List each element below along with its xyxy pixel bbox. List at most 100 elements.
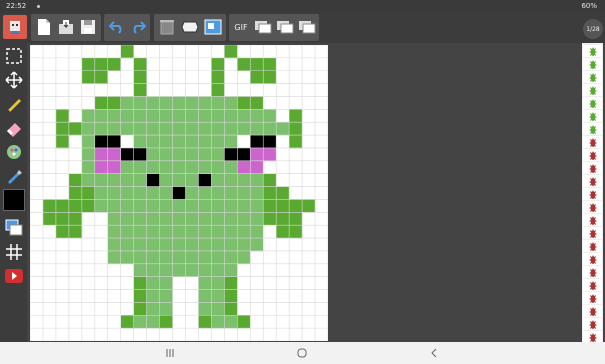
frame-preview-icon bbox=[588, 242, 597, 251]
frame-thumbnail[interactable] bbox=[583, 292, 602, 304]
pixel-light-green bbox=[224, 160, 238, 174]
pixel-light-green bbox=[237, 225, 251, 239]
pixel-dark-green bbox=[276, 225, 290, 239]
pixel-light-green bbox=[133, 199, 147, 213]
pixel-dark-green bbox=[289, 135, 303, 149]
app-logo-icon[interactable] bbox=[3, 15, 27, 39]
add-frame-icon[interactable] bbox=[253, 17, 273, 37]
pixel-light-green bbox=[237, 250, 251, 265]
recent-apps-icon[interactable] bbox=[163, 346, 177, 360]
select-tool-icon[interactable] bbox=[3, 45, 25, 67]
pixel-light-green bbox=[133, 96, 147, 110]
pixel-light-green bbox=[185, 147, 199, 162]
frame-thumbnail[interactable] bbox=[583, 58, 602, 70]
pixel-light-green bbox=[211, 276, 225, 290]
open-file-icon[interactable] bbox=[56, 17, 76, 37]
pixel-light-green bbox=[198, 122, 212, 136]
frame-preview-icon bbox=[588, 73, 597, 82]
frame-thumbnail[interactable] bbox=[583, 110, 602, 122]
pixel-light-green bbox=[224, 212, 238, 226]
new-file-icon[interactable] bbox=[34, 17, 54, 37]
video-tutorial-icon[interactable] bbox=[3, 265, 25, 287]
pixel-light-green bbox=[159, 186, 173, 200]
pixel-art-svg bbox=[30, 45, 328, 341]
pixel-light-green bbox=[107, 173, 121, 187]
pixel-black bbox=[172, 186, 186, 200]
undo-icon[interactable] bbox=[107, 17, 127, 37]
pixel-dark-green bbox=[224, 302, 238, 316]
pixel-dark-green bbox=[68, 212, 83, 226]
pixel-dark-green bbox=[250, 70, 264, 84]
home-icon[interactable] bbox=[295, 346, 309, 360]
pixel-light-green bbox=[159, 109, 173, 123]
pixel-black bbox=[120, 147, 134, 162]
pixel-light-green bbox=[133, 238, 147, 252]
drawing-canvas[interactable] bbox=[30, 45, 328, 341]
pixel-black bbox=[133, 147, 147, 162]
pixel-light-green bbox=[172, 122, 186, 136]
frame-thumbnail[interactable] bbox=[583, 97, 602, 109]
redo-icon[interactable] bbox=[128, 17, 148, 37]
frame-thumbnail[interactable] bbox=[583, 279, 602, 291]
frame-thumbnail[interactable] bbox=[583, 84, 602, 96]
clear-canvas-icon[interactable] bbox=[157, 17, 177, 37]
pixel-dark-green bbox=[133, 70, 147, 84]
history-group bbox=[104, 14, 150, 41]
pixel-light-green bbox=[133, 160, 147, 174]
pixel-black bbox=[146, 173, 160, 187]
status-time: 22:52 bbox=[6, 2, 27, 10]
grid-toggle-icon[interactable] bbox=[3, 241, 25, 263]
back-icon[interactable] bbox=[427, 346, 441, 360]
pixel-dark-green bbox=[81, 199, 96, 213]
eyedropper-tool-icon[interactable] bbox=[3, 165, 25, 187]
frame-thumbnail[interactable] bbox=[583, 123, 602, 135]
frame-thumbnail[interactable] bbox=[583, 188, 602, 200]
eraser-tool-icon[interactable] bbox=[3, 117, 25, 139]
layers-tool-icon[interactable] bbox=[3, 217, 25, 239]
pixel-light-green bbox=[224, 199, 238, 213]
pixel-dark-green bbox=[107, 57, 121, 72]
frame-thumbnail[interactable] bbox=[583, 175, 602, 187]
delete-frame-icon[interactable] bbox=[297, 17, 317, 37]
pencil-tool-icon[interactable] bbox=[3, 93, 25, 115]
pixel-dark-green bbox=[94, 70, 109, 84]
current-color-swatch[interactable] bbox=[3, 189, 25, 211]
pixel-light-green bbox=[120, 122, 134, 136]
frame-thumbnail[interactable] bbox=[583, 136, 602, 148]
frame-counter[interactable]: 1/28 bbox=[583, 19, 603, 39]
pixel-dark-green bbox=[133, 57, 147, 72]
pixel-dark-green bbox=[42, 212, 57, 226]
pixel-dark-green bbox=[94, 96, 109, 110]
frame-thumbnail[interactable] bbox=[583, 305, 602, 317]
save-image-icon[interactable] bbox=[203, 17, 223, 37]
pixel-dark-green bbox=[120, 315, 134, 329]
frame-thumbnail[interactable] bbox=[583, 227, 602, 239]
save-file-icon[interactable] bbox=[78, 17, 98, 37]
pixel-light-green bbox=[159, 122, 173, 136]
frame-preview-icon bbox=[588, 151, 597, 160]
pixel-light-green bbox=[159, 250, 173, 265]
pixel-light-green bbox=[81, 109, 96, 123]
pixel-light-green bbox=[107, 212, 121, 226]
frame-thumbnail[interactable] bbox=[583, 266, 602, 278]
frame-thumbnail[interactable] bbox=[583, 253, 602, 265]
color-picker-tool-icon[interactable] bbox=[3, 141, 25, 163]
frame-thumbnail[interactable] bbox=[583, 45, 602, 57]
move-tool-icon[interactable] bbox=[3, 69, 25, 91]
pixel-dark-green bbox=[302, 199, 316, 213]
frame-thumbnail[interactable] bbox=[583, 149, 602, 161]
fill-shape-icon[interactable] bbox=[180, 17, 200, 37]
frame-thumbnail[interactable] bbox=[583, 214, 602, 226]
frame-thumbnail[interactable] bbox=[583, 162, 602, 174]
duplicate-frame-icon[interactable] bbox=[275, 17, 295, 37]
pixel-light-green bbox=[159, 302, 173, 316]
gif-export-icon[interactable]: GIF bbox=[231, 17, 251, 37]
frame-thumbnail[interactable] bbox=[583, 201, 602, 213]
pixel-dark-green bbox=[55, 199, 70, 213]
frame-thumbnail[interactable] bbox=[583, 71, 602, 83]
pixel-light-green bbox=[263, 109, 277, 123]
pixel-light-green bbox=[107, 225, 121, 239]
pixel-light-green bbox=[211, 212, 225, 226]
frame-thumbnail[interactable] bbox=[583, 318, 602, 330]
frame-thumbnail[interactable] bbox=[583, 240, 602, 252]
